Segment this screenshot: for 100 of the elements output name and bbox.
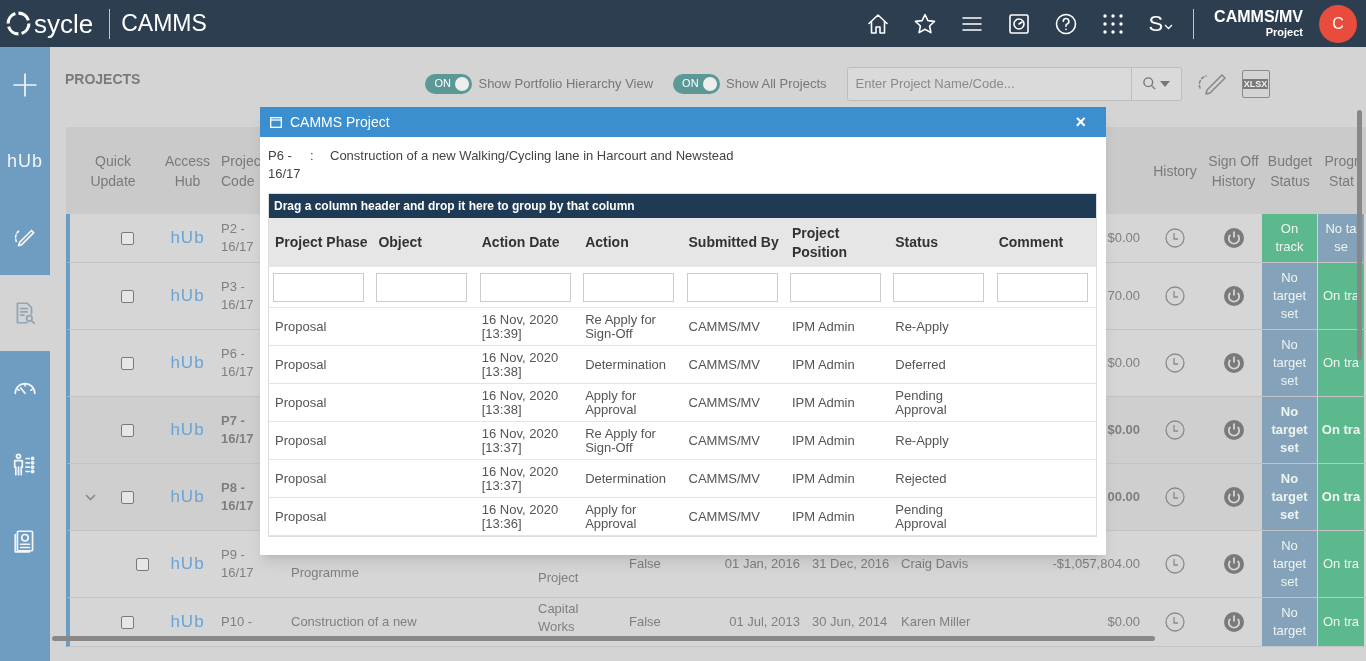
search-button[interactable] xyxy=(1131,66,1182,101)
hub-link[interactable]: hUb xyxy=(170,229,205,247)
sign-off-icon[interactable] xyxy=(1223,612,1244,632)
status-cell: No ta se xyxy=(1318,214,1365,262)
toggle-switch[interactable]: ON xyxy=(425,73,473,94)
checkbox[interactable] xyxy=(121,356,134,370)
app-name: CAMMS xyxy=(121,12,207,35)
start-date: 01 Jul, 2013 xyxy=(729,613,800,631)
column-header[interactable]: Object xyxy=(378,233,422,252)
chevron-down-icon[interactable] xyxy=(84,493,96,501)
export-xlsx-icon[interactable]: XLSX xyxy=(1241,69,1270,98)
history-icon[interactable] xyxy=(1165,286,1185,306)
status-cell: No target set xyxy=(1262,531,1318,597)
status-cell: No target set xyxy=(1262,464,1318,530)
table-row[interactable]: hUb P10 - Construction of a new Capital Works False 01 Jul, 2013 30 Jun, 2014 Karen Miller $0.00 No target On tra xyxy=(66,598,1366,647)
status-cell: On tra xyxy=(1318,531,1365,597)
column-header: Sign Off History xyxy=(1207,151,1260,191)
sign-off-icon[interactable] xyxy=(1223,353,1244,373)
history-icon[interactable] xyxy=(1165,353,1185,373)
horizontal-scrollbar[interactable] xyxy=(52,636,1155,641)
hub-link[interactable]: hUb xyxy=(170,613,205,631)
history-icon[interactable] xyxy=(1165,612,1185,632)
help-icon[interactable] xyxy=(1054,11,1079,36)
column-header[interactable]: Status xyxy=(895,233,939,252)
table-cell-text: Apply for Approval xyxy=(585,388,638,417)
sign-off-icon[interactable] xyxy=(1223,420,1244,440)
sign-off-icon[interactable] xyxy=(1223,286,1244,306)
start-date: 01 Jan, 2016 xyxy=(724,555,800,573)
hub-link[interactable]: hUb xyxy=(170,488,205,506)
toggle-switch[interactable]: ON xyxy=(673,73,721,94)
separator: : xyxy=(310,147,315,165)
manager-name: Craig Davis xyxy=(901,555,969,573)
end-date: 31 Dec, 2016 xyxy=(812,555,890,573)
home-icon[interactable] xyxy=(866,11,891,36)
history-icon[interactable] xyxy=(1165,420,1185,440)
checkbox[interactable] xyxy=(121,231,134,245)
checkbox[interactable] xyxy=(121,490,134,504)
close-button[interactable]: × xyxy=(1075,113,1086,131)
hub-link[interactable]: hUb xyxy=(170,354,205,372)
table-cell: Proposal xyxy=(275,319,327,334)
table-cell: IPM Admin xyxy=(791,357,855,372)
table-cell: CAMMS/MV xyxy=(688,357,760,372)
filter-field[interactable] xyxy=(996,272,1088,302)
filter-field[interactable] xyxy=(479,272,571,302)
hub-link[interactable]: hUb xyxy=(170,287,205,305)
table-cell-text: 16 Nov, 2020 [13:38] xyxy=(481,388,560,417)
column-header: History xyxy=(1153,161,1197,181)
sign-off-icon[interactable] xyxy=(1223,554,1244,574)
amount: -$1,057,804.00 xyxy=(1052,555,1140,573)
filter-field[interactable] xyxy=(273,272,364,302)
sidebar-item[interactable] xyxy=(0,275,50,351)
table-cell-text: 16 Nov, 2020 [13:36] xyxy=(481,502,560,531)
column-header: Access Hub xyxy=(163,151,212,191)
user-role: Project xyxy=(1265,27,1303,38)
hub-link[interactable]: hUb xyxy=(170,555,205,573)
avatar[interactable]: C xyxy=(1319,4,1357,43)
apps-icon[interactable] xyxy=(1101,11,1126,36)
column-header: Projec Code xyxy=(221,151,262,191)
status-cell: On tra xyxy=(1318,598,1365,646)
filter-field[interactable] xyxy=(686,272,778,302)
history-icon[interactable] xyxy=(1165,487,1185,507)
column-header[interactable]: Submitted By xyxy=(688,233,779,252)
checkbox[interactable] xyxy=(121,615,134,629)
column-header: Progr Stat xyxy=(1323,151,1360,191)
filter-field[interactable] xyxy=(893,272,985,302)
filter-field[interactable] xyxy=(376,272,468,302)
column-header[interactable]: Action xyxy=(585,233,629,252)
toggle-label: Show Portfolio Hierarchy View xyxy=(478,74,654,93)
group-by-bar: Drag a column header and drop it here to group by that column xyxy=(269,194,1096,218)
filter-field[interactable] xyxy=(583,272,675,302)
filter-field[interactable] xyxy=(789,272,881,302)
table-cell: Determination xyxy=(585,471,667,486)
sign-off-icon[interactable] xyxy=(1223,228,1244,248)
page-title: PROJECTS xyxy=(65,70,141,89)
history-icon[interactable] xyxy=(1165,228,1185,248)
checkbox[interactable] xyxy=(121,423,134,437)
table-cell: IPM Admin xyxy=(791,395,855,410)
status-cell: No target set xyxy=(1262,397,1318,463)
checkbox[interactable] xyxy=(121,289,134,303)
hub-link[interactable]: hUb xyxy=(170,421,205,439)
vertical-scrollbar[interactable] xyxy=(1357,110,1362,360)
column-header[interactable]: Project Phase xyxy=(275,233,368,252)
sign-off-icon[interactable] xyxy=(1223,487,1244,507)
project-title: Construction of a new Walking/Cycling lane in Harcourt and Newstead xyxy=(330,147,734,165)
table-cell: CAMMS/MV xyxy=(688,509,760,524)
sidebar-item[interactable]: hUb xyxy=(0,123,50,199)
project-code: P9 - 16/17 xyxy=(221,546,255,582)
column-header[interactable]: Project Position xyxy=(791,223,886,262)
search-field[interactable]: Enter Project Name/Code... xyxy=(846,66,1132,101)
dashboard-icon[interactable] xyxy=(1007,11,1032,36)
column-header[interactable]: Action Date xyxy=(481,233,560,252)
checkbox[interactable] xyxy=(136,557,149,571)
column-header[interactable]: Comment xyxy=(998,233,1064,252)
switcher-button[interactable]: S xyxy=(1148,12,1174,35)
star-icon[interactable] xyxy=(913,11,938,36)
caret-icon[interactable] xyxy=(1164,23,1174,30)
project-code: P6 - 16/17 xyxy=(268,147,302,183)
status-cell: On tra xyxy=(1318,397,1365,463)
history-icon[interactable] xyxy=(1165,554,1185,574)
table-cell: Proposal xyxy=(275,357,327,372)
